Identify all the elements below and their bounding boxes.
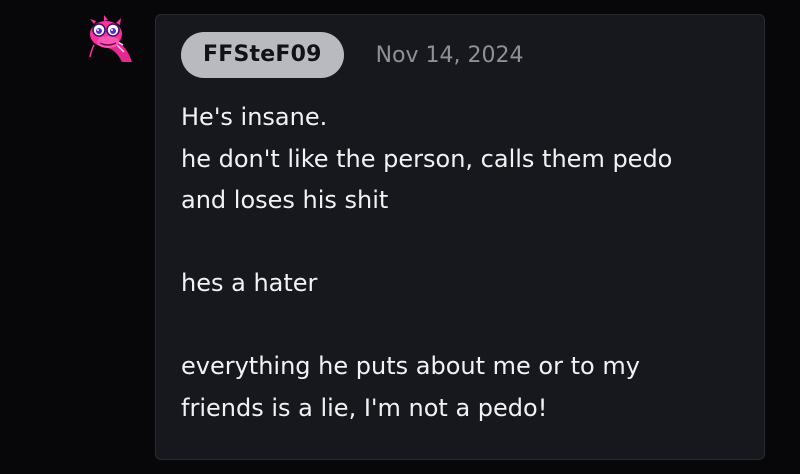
- comment-line: and loses his shit: [181, 186, 389, 214]
- pink-cartoon-avatar-icon: [89, 15, 132, 62]
- comment-body: He's insane. he don't like the person, c…: [181, 97, 751, 429]
- comment-date: Nov 14, 2024: [375, 42, 524, 68]
- comment-thread: FFSteF09 Nov 14, 2024 He's insane. he do…: [0, 0, 800, 474]
- comment-line: he don't like the person, calls them ped…: [181, 144, 673, 173]
- username-badge[interactable]: FFSteF09: [181, 32, 344, 78]
- comment-line: He's insane.: [181, 103, 328, 131]
- avatar[interactable]: [82, 12, 140, 66]
- comment-header: FFSteF09 Nov 14, 2024: [181, 32, 524, 78]
- comment-line: friends is a lie, I'm not a pedo!: [181, 393, 548, 422]
- comment-line-blank: [181, 305, 751, 347]
- comment-line: everything he puts about me or to my: [181, 352, 640, 380]
- comment-line-blank: [181, 222, 751, 264]
- comment-card: FFSteF09 Nov 14, 2024 He's insane. he do…: [155, 14, 765, 460]
- comment-line: hes a hater: [181, 269, 318, 297]
